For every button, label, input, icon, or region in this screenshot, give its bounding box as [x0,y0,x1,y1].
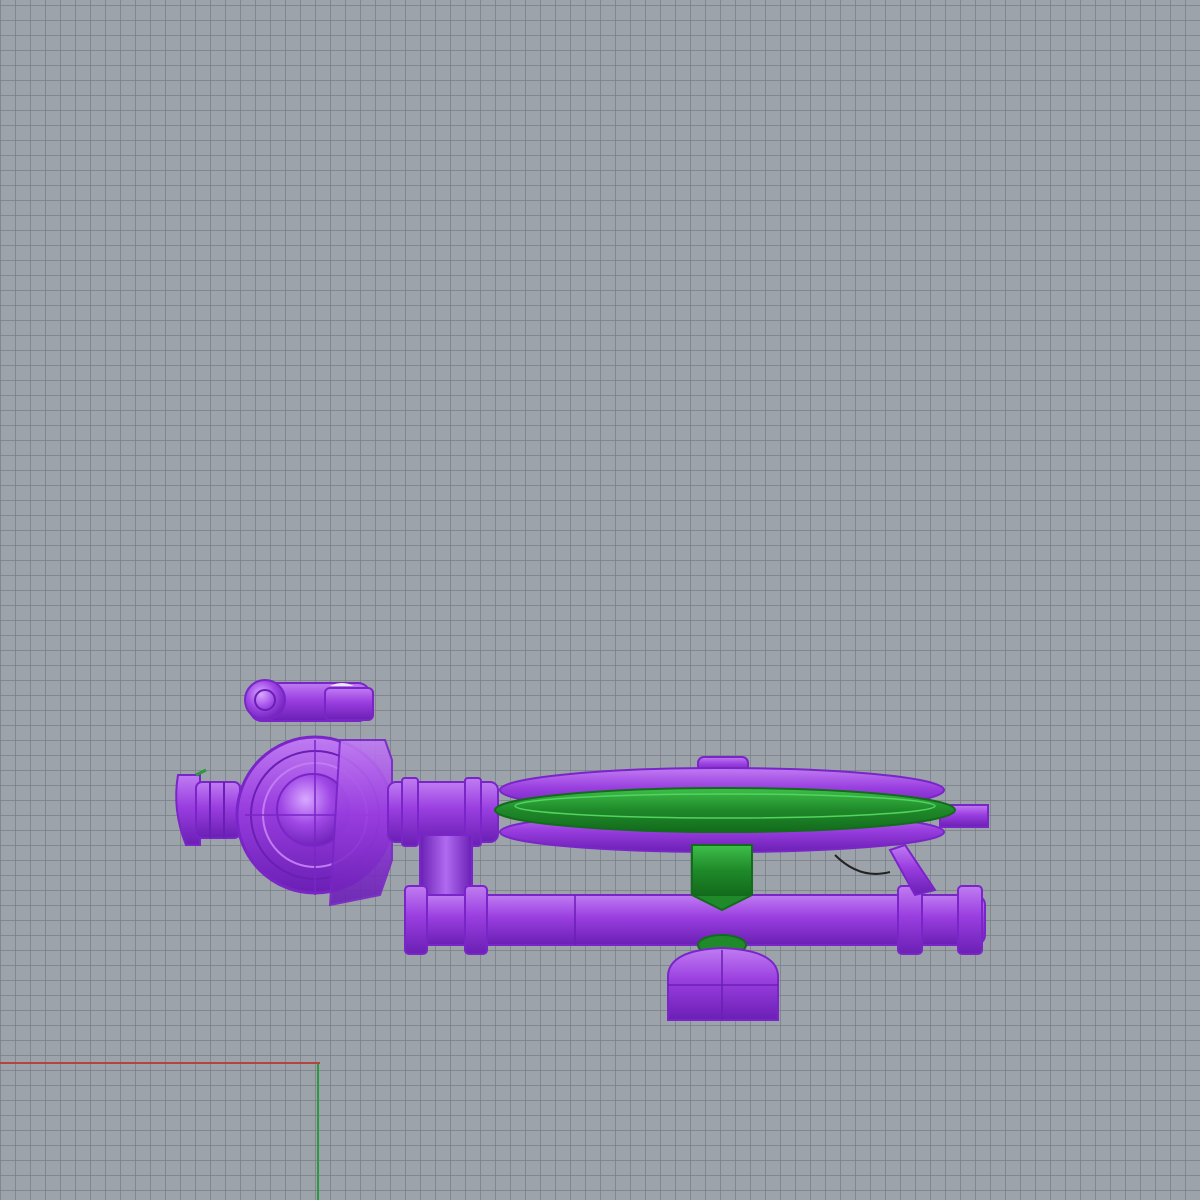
model-scene[interactable] [0,0,1200,1200]
y-axis-line [317,1064,319,1200]
base-foot[interactable] [667,946,779,1021]
eyepiece-assembly[interactable] [244,679,374,722]
green-ring[interactable] [494,787,956,833]
x-axis-line [0,1062,320,1064]
modeling-viewport[interactable] [0,0,1200,1200]
round-housing[interactable] [235,735,395,907]
front-nozzle[interactable] [175,768,241,846]
